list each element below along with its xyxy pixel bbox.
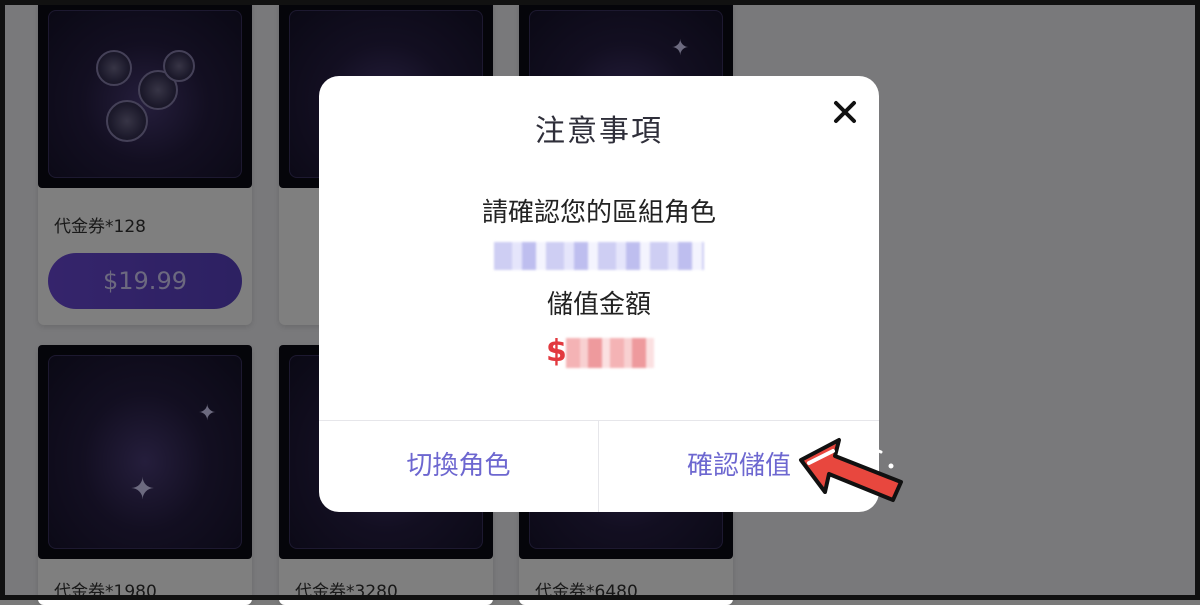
redacted-amount — [566, 338, 654, 368]
close-icon[interactable] — [829, 96, 861, 128]
redacted-role-name — [494, 242, 704, 270]
amount-currency: $ — [546, 334, 567, 369]
amount-label: 儲值金額 — [546, 290, 651, 320]
red-arrow-icon — [799, 438, 903, 502]
confirm-role-text: 請確認您的區組角色 — [481, 198, 716, 228]
switch-role-button[interactable]: 切換角色 — [319, 421, 598, 512]
dialog-title: 注意事項 — [535, 114, 663, 149]
